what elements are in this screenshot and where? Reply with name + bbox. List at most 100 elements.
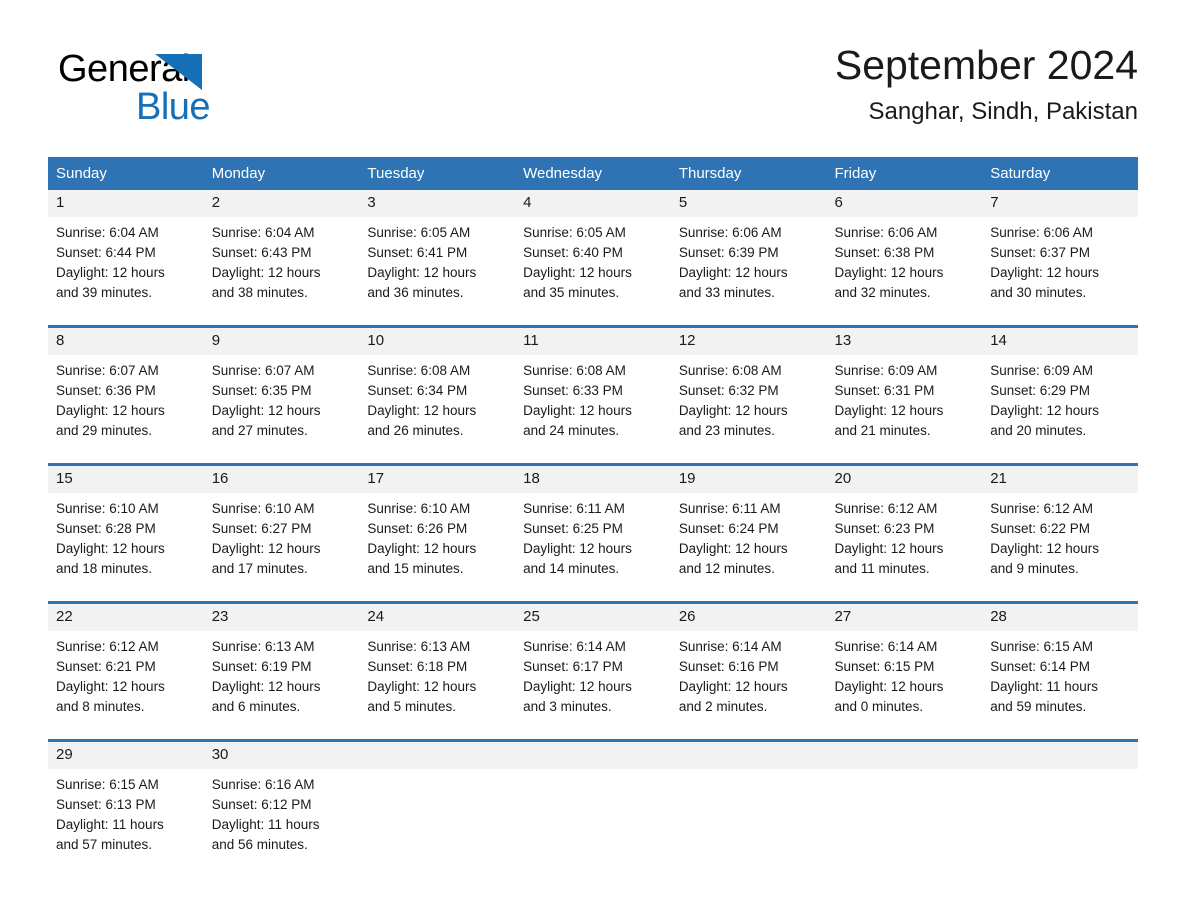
sunset-text: Sunset: 6:25 PM: [523, 521, 623, 536]
day-number: 7: [982, 190, 1138, 217]
page-header: General Blue September 2024 Sanghar, Sin…: [48, 40, 1138, 140]
day-cell[interactable]: 11 Sunrise: 6:08 AM Sunset: 6:33 PM Dayligh…: [515, 325, 671, 465]
day-cell[interactable]: 6 Sunrise: 6:06 AM Sunset: 6:38 PM Daylight…: [826, 190, 983, 327]
day-cell[interactable]: 17 Sunrise: 6:10 AM Sunset: 6:26 PM Dayligh…: [359, 463, 516, 603]
day-cell[interactable]: 1 Sunrise: 6:04 AM Sunset: 6:44 PM Daylight…: [48, 190, 204, 327]
day-details: [671, 769, 827, 775]
sunset-text: Sunset: 6:37 PM: [990, 245, 1091, 260]
sunrise-text: Sunrise: 6:13 AM: [211, 639, 315, 654]
week-row: 8 Sunrise: 6:07 AM Sunset: 6:36 PM Daylight…: [48, 325, 1138, 465]
daylight-text-line2: and 36 minutes.: [367, 285, 464, 300]
sunrise-text: Sunrise: 6:06 AM: [990, 225, 1094, 240]
day-details: [827, 769, 983, 775]
day-cell[interactable]: 15 Sunrise: 6:10 AM Sunset: 6:28 PM Dayligh…: [48, 463, 204, 603]
title-block: September 2024 Sanghar, Sindh, Pakistan: [438, 40, 1138, 129]
daylight-text-line2: and 15 minutes.: [367, 561, 464, 576]
day-details: Sunrise: 6:07 AM Sunset: 6:35 PM Daylight:…: [204, 355, 360, 441]
day-details: Sunrise: 6:13 AM Sunset: 6:19 PM Daylight:…: [204, 631, 360, 717]
sunset-text: Sunset: 6:18 PM: [367, 659, 468, 674]
sunset-text: Sunset: 6:23 PM: [834, 521, 935, 536]
page-title: September 2024: [834, 42, 1138, 88]
sunset-text: Sunset: 6:17 PM: [523, 659, 623, 674]
day-cell[interactable]: 7 Sunrise: 6:06 AM Sunset: 6:37 PM Daylight…: [982, 190, 1138, 327]
daylight-text-line2: and 0 minutes.: [834, 699, 924, 714]
weekday-header-friday: Friday: [826, 157, 983, 190]
sunrise-text: Sunrise: 6:09 AM: [834, 363, 938, 378]
day-number: 15: [48, 466, 204, 493]
sunrise-text: Sunrise: 6:13 AM: [367, 639, 471, 654]
daylight-text-line1: Daylight: 12 hours: [367, 403, 477, 418]
daylight-text-line1: Daylight: 11 hours: [211, 817, 320, 832]
day-cell[interactable]: 9 Sunrise: 6:07 AM Sunset: 6:35 PM Daylight…: [203, 325, 360, 465]
daylight-text-line2: and 20 minutes.: [990, 423, 1087, 438]
daylight-text-line2: and 17 minutes.: [211, 561, 308, 576]
day-cell[interactable]: 25 Sunrise: 6:14 AM Sunset: 6:17 PM Dayligh…: [515, 601, 671, 741]
sunrise-sunset-calendar: Sunday Monday Tuesday Wednesday Thursday…: [48, 157, 1138, 877]
day-cell[interactable]: 3 Sunrise: 6:05 AM Sunset: 6:41 PM Daylight…: [359, 190, 516, 327]
day-cell[interactable]: 28 Sunrise: 6:15 AM Sunset: 6:14 PM Dayligh…: [982, 601, 1138, 741]
day-cell[interactable]: 19 Sunrise: 6:11 AM Sunset: 6:24 PM Dayligh…: [670, 463, 827, 603]
day-cell[interactable]: 18 Sunrise: 6:11 AM Sunset: 6:25 PM Dayligh…: [515, 463, 671, 603]
sunrise-text: Sunrise: 6:11 AM: [523, 501, 625, 516]
daylight-text-line2: and 6 minutes.: [211, 699, 301, 714]
daylight-text-line1: Daylight: 12 hours: [834, 403, 944, 418]
daylight-text-line2: and 59 minutes.: [990, 699, 1087, 714]
day-details: Sunrise: 6:10 AM Sunset: 6:26 PM Daylight:…: [359, 493, 515, 579]
weekday-header-monday: Monday: [203, 157, 360, 190]
day-cell[interactable]: 22 Sunrise: 6:12 AM Sunset: 6:21 PM Dayligh…: [48, 601, 204, 741]
day-cell[interactable]: 12 Sunrise: 6:08 AM Sunset: 6:32 PM Dayligh…: [670, 325, 827, 465]
sunset-text: Sunset: 6:19 PM: [211, 659, 312, 674]
daylight-text-line1: Daylight: 12 hours: [834, 265, 944, 280]
day-number: 5: [670, 190, 827, 217]
daylight-text-line1: Daylight: 12 hours: [523, 265, 632, 280]
sunset-text: Sunset: 6:15 PM: [834, 659, 935, 674]
day-cell[interactable]: 27 Sunrise: 6:14 AM Sunset: 6:15 PM Dayligh…: [826, 601, 983, 741]
daylight-text-line2: and 30 minutes.: [990, 285, 1087, 300]
day-details: Sunrise: 6:13 AM Sunset: 6:18 PM Daylight:…: [359, 631, 515, 717]
daylight-text-line1: Daylight: 12 hours: [990, 403, 1100, 418]
day-cell[interactable]: 10 Sunrise: 6:08 AM Sunset: 6:34 PM Dayligh…: [359, 325, 516, 465]
day-details: Sunrise: 6:05 AM Sunset: 6:40 PM Daylight:…: [515, 217, 671, 303]
sunset-text: Sunset: 6:29 PM: [990, 383, 1091, 398]
day-details: Sunrise: 6:16 AM Sunset: 6:12 PM Daylight:…: [204, 769, 360, 855]
day-cell[interactable]: 8 Sunrise: 6:07 AM Sunset: 6:36 PM Daylight…: [48, 325, 204, 465]
day-cell[interactable]: 5 Sunrise: 6:06 AM Sunset: 6:39 PM Daylight…: [670, 190, 827, 327]
daylight-text-line1: Daylight: 12 hours: [523, 679, 632, 694]
day-cell[interactable]: 30 Sunrise: 6:16 AM Sunset: 6:12 PM Dayligh…: [203, 739, 360, 877]
daylight-text-line1: Daylight: 12 hours: [678, 541, 788, 556]
sunset-text: Sunset: 6:35 PM: [211, 383, 312, 398]
daylight-text-line2: and 12 minutes.: [678, 561, 775, 576]
sunrise-text: Sunrise: 6:15 AM: [56, 777, 159, 792]
sunset-text: Sunset: 6:31 PM: [834, 383, 935, 398]
generalblue-logo[interactable]: General Blue: [58, 48, 278, 128]
day-cell[interactable]: 16 Sunrise: 6:10 AM Sunset: 6:27 PM Dayligh…: [203, 463, 360, 603]
day-cell[interactable]: 23 Sunrise: 6:13 AM Sunset: 6:19 PM Dayligh…: [203, 601, 360, 741]
day-cell[interactable]: 24 Sunrise: 6:13 AM Sunset: 6:18 PM Dayligh…: [359, 601, 516, 741]
sunrise-text: Sunrise: 6:15 AM: [990, 639, 1094, 654]
daylight-text-line2: and 21 minutes.: [834, 423, 931, 438]
day-cell[interactable]: 26 Sunrise: 6:14 AM Sunset: 6:16 PM Dayligh…: [670, 601, 827, 741]
sunset-text: Sunset: 6:14 PM: [990, 659, 1091, 674]
day-details: Sunrise: 6:12 AM Sunset: 6:22 PM Daylight:…: [982, 493, 1138, 579]
day-number: 1: [48, 190, 204, 217]
day-cell[interactable]: 13 Sunrise: 6:09 AM Sunset: 6:31 PM Dayligh…: [826, 325, 983, 465]
day-number: 23: [203, 604, 360, 631]
sunrise-text: Sunrise: 6:09 AM: [990, 363, 1094, 378]
day-cell[interactable]: 21 Sunrise: 6:12 AM Sunset: 6:22 PM Dayligh…: [982, 463, 1138, 603]
day-cell[interactable]: 2 Sunrise: 6:04 AM Sunset: 6:43 PM Daylight…: [203, 190, 360, 327]
weekday-header-row: Sunday Monday Tuesday Wednesday Thursday…: [48, 157, 1138, 190]
day-cell[interactable]: 4 Sunrise: 6:05 AM Sunset: 6:40 PM Daylight…: [515, 190, 671, 327]
day-cell[interactable]: 20 Sunrise: 6:12 AM Sunset: 6:23 PM Dayligh…: [826, 463, 983, 603]
day-number: 4: [515, 190, 671, 217]
day-details: Sunrise: 6:15 AM Sunset: 6:13 PM Daylight:…: [48, 769, 204, 855]
sunset-text: Sunset: 6:38 PM: [834, 245, 935, 260]
daylight-text-line2: and 27 minutes.: [211, 423, 308, 438]
sunrise-text: Sunrise: 6:10 AM: [56, 501, 159, 516]
day-cell[interactable]: 29 Sunrise: 6:15 AM Sunset: 6:13 PM Dayligh…: [48, 739, 204, 877]
weekday-header-wednesday: Wednesday: [515, 157, 671, 190]
day-cell[interactable]: 14 Sunrise: 6:09 AM Sunset: 6:29 PM Dayligh…: [982, 325, 1138, 465]
day-cell-empty: [359, 739, 516, 877]
day-number: [670, 742, 827, 769]
daylight-text-line2: and 14 minutes.: [523, 561, 620, 576]
page-subtitle: Sanghar, Sindh, Pakistan: [868, 98, 1138, 125]
